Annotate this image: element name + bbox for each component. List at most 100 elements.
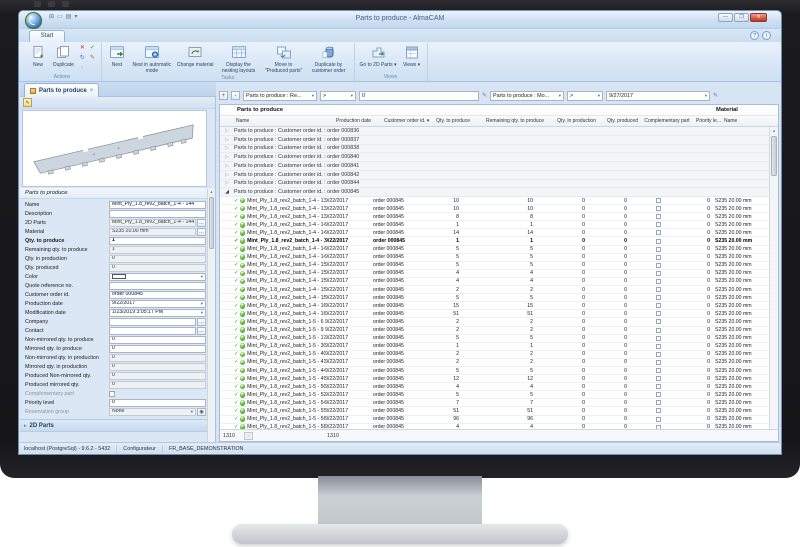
field-input-quote-reference-no[interactable] bbox=[109, 282, 206, 290]
complementary-checkbox[interactable] bbox=[656, 295, 661, 300]
field-input-qty-produced[interactable]: 0 bbox=[109, 264, 206, 272]
field-input-modification-date[interactable]: 1/23/2019 3:05:17 PM▾ bbox=[109, 309, 206, 317]
table-row[interactable]: ✓+Mint_Ply_1.8_rev2_batch_1-5 - 509/22/2… bbox=[220, 383, 769, 391]
filter-field-select[interactable]: Parts to produce : Mo...▾ bbox=[490, 91, 564, 101]
table-row[interactable]: ✓+Mint_Ply_1.8_rev2_batch_1-4 - 1449/22/… bbox=[220, 237, 769, 245]
scroll-up-icon[interactable]: ▲ bbox=[208, 188, 215, 196]
column-header-qty-produced[interactable]: Qty. produced bbox=[598, 118, 640, 124]
field-input-non-mirrored-qty-in-production[interactable]: 0 bbox=[109, 354, 206, 362]
column-header-priority-le[interactable]: Priority le... bbox=[694, 118, 722, 124]
filter-operator-select[interactable]: >▾ bbox=[567, 91, 603, 101]
grid-scrollbar[interactable]: ▲ bbox=[769, 127, 778, 429]
reservation-group-icon[interactable]: ◉ bbox=[197, 408, 206, 416]
table-row[interactable]: ✓+Mint_Ply_1.8_rev2_batch_1-5 - 569/22/2… bbox=[220, 416, 769, 424]
expand-icon[interactable]: ▷ bbox=[220, 180, 234, 186]
small-action-icon[interactable]: ✎ bbox=[88, 54, 97, 63]
complementary-checkbox[interactable] bbox=[656, 247, 661, 252]
group-row[interactable]: ▷Parts to produce : Customer order id. :… bbox=[220, 136, 769, 145]
complementary-checkbox[interactable] bbox=[656, 303, 661, 308]
scroll-thumb[interactable] bbox=[771, 136, 777, 176]
complementary-checkbox[interactable] bbox=[656, 230, 661, 235]
panel-scrollbar[interactable]: ▲ bbox=[207, 188, 215, 444]
complementary-checkbox[interactable] bbox=[656, 376, 661, 381]
group-row[interactable]: ▷Parts to produce : Customer order id. :… bbox=[220, 162, 769, 171]
complementary-checkbox[interactable] bbox=[656, 255, 661, 260]
complementary-checkbox[interactable] bbox=[656, 222, 661, 227]
group-row[interactable]: ▷Parts to produce : Customer order id. :… bbox=[220, 171, 769, 180]
table-row[interactable]: ✓+Mint_Ply_1.8_rev2_batch_1-4 - 1599/22/… bbox=[220, 294, 769, 302]
maximize-button[interactable]: ❐ bbox=[734, 13, 749, 22]
complementary-checkbox[interactable] bbox=[656, 198, 661, 203]
table-row[interactable]: ✓+Mint_Ply_1.8_rev2_batch_1-4 - 1439/22/… bbox=[220, 229, 769, 237]
dropdown-caret-icon[interactable]: ▾ bbox=[705, 93, 707, 99]
browse-ellipsis-button[interactable]: … bbox=[197, 318, 206, 326]
ribbon-button-go-to-2d-parts[interactable]: Go to 2D Parts ▾ bbox=[358, 43, 399, 74]
group-row[interactable]: ▷Parts to produce : Customer order id. :… bbox=[220, 145, 769, 154]
column-header-complementary-part[interactable]: Complementary part bbox=[640, 118, 694, 124]
field-input-2d-parts[interactable]: Mint_Ply_1.8_rev2_batch_1-4 - 144 bbox=[109, 219, 196, 227]
complementary-checkbox[interactable] bbox=[656, 319, 661, 324]
table-row[interactable]: ✓+Mint_Ply_1.8_rev2_batch_1-4 - 1389/22/… bbox=[220, 213, 769, 221]
column-header-qty-to-produce[interactable]: Qty. to produce bbox=[434, 118, 472, 124]
field-input-qty-to-produce[interactable]: 1 bbox=[109, 237, 206, 245]
column-header-remaining-qty-to-produce[interactable]: Remaining qty. to produce bbox=[472, 118, 546, 124]
complementary-checkbox[interactable] bbox=[656, 263, 661, 268]
column-header-production-date[interactable]: Production date bbox=[334, 118, 382, 124]
dropdown-caret-icon[interactable]: ▾ bbox=[201, 310, 203, 316]
table-row[interactable]: ✓+Mint_Ply_1.8_rev2_batch_1-5 - 529/22/2… bbox=[220, 391, 769, 399]
complementary-checkbox[interactable] bbox=[656, 328, 661, 333]
filter-value-input[interactable]: 0 bbox=[359, 91, 479, 101]
table-row[interactable]: ✓+Mint_Ply_1.8_rev2_batch_1-4 - 1569/22/… bbox=[220, 278, 769, 286]
dropdown-caret-icon[interactable]: ▾ bbox=[201, 301, 203, 307]
complementary-checkbox[interactable] bbox=[656, 384, 661, 389]
field-input-mirrored-qty-in-production[interactable]: 0 bbox=[109, 363, 206, 371]
section-2d-parts[interactable]: ▸ 2D Parts bbox=[20, 419, 208, 432]
dropdown-caret-icon[interactable]: ▾ bbox=[312, 93, 314, 99]
field-input-customer-order-id[interactable]: order 000845 bbox=[109, 291, 206, 299]
add-filter-button[interactable]: + bbox=[219, 91, 228, 100]
field-input-contact[interactable] bbox=[109, 327, 196, 335]
expander-icon[interactable]: ▸ bbox=[24, 423, 27, 429]
complementary-checkbox[interactable] bbox=[656, 417, 661, 422]
field-input-remaining-qty-to-produce[interactable]: 1 bbox=[109, 246, 206, 254]
ribbon-button-new[interactable]: +New bbox=[26, 43, 50, 74]
complementary-checkbox[interactable] bbox=[656, 206, 661, 211]
field-input-name[interactable]: Mint_Ply_1.8_rev2_batch_1-4 - 144 bbox=[109, 201, 206, 209]
complementary-checkbox[interactable] bbox=[656, 344, 661, 349]
expand-icon[interactable]: ▷ bbox=[220, 145, 234, 151]
table-row[interactable]: ✓+Mint_Ply_1.8_rev2_batch_1-4 - 1519/22/… bbox=[220, 270, 769, 278]
dropdown-caret-icon[interactable]: ▾ bbox=[559, 93, 561, 99]
table-row[interactable]: ✓+Mint_Ply_1.8_rev2_batch_1-4 - 1479/22/… bbox=[220, 254, 769, 262]
dropdown-caret-icon[interactable]: ▾ bbox=[201, 274, 203, 280]
help-icon[interactable]: ? bbox=[750, 31, 759, 40]
browse-ellipsis-button[interactable]: … bbox=[197, 228, 206, 236]
table-row[interactable]: ✓+Mint_Ply_1.8_rev2_batch_1-5 - 179/22/2… bbox=[220, 335, 769, 343]
complementary-checkbox[interactable] bbox=[656, 352, 661, 357]
edit-part-icon[interactable]: ✎ bbox=[23, 98, 32, 107]
small-action-icon[interactable]: ↻ bbox=[78, 54, 87, 63]
remove-filter-button[interactable]: - bbox=[231, 91, 240, 100]
ribbon-button-views[interactable]: Views ▾ bbox=[400, 43, 424, 74]
table-row[interactable]: ✓+Mint_Ply_1.8_rev2_batch_1-5 - 309/22/2… bbox=[220, 343, 769, 351]
column-header-qty-in-production[interactable]: Qty. in production bbox=[546, 118, 598, 124]
scroll-up-icon[interactable]: ▲ bbox=[770, 127, 778, 135]
complementary-checkbox[interactable] bbox=[656, 311, 661, 316]
table-row[interactable]: ✓+Mint_Ply_1.8_rev2_batch_1-4 - 1359/22/… bbox=[220, 197, 769, 205]
complementary-checkbox[interactable] bbox=[656, 279, 661, 284]
field-input-produced-mirrored-qty[interactable]: 0 bbox=[109, 381, 206, 389]
table-row[interactable]: ✓+Mint_Ply_1.8_rev2_batch_1-4 - 1429/22/… bbox=[220, 221, 769, 229]
table-row[interactable]: ✓+Mint_Ply_1.8_rev2_batch_1-5 - 69/22/20… bbox=[220, 318, 769, 326]
ribbon-button-duplicate[interactable]: Duplicate bbox=[51, 43, 76, 74]
table-row[interactable]: ✓+Mint_Ply_1.8_rev2_batch_1-4 - 1609/22/… bbox=[220, 302, 769, 310]
table-row[interactable]: ✓+Mint_Ply_1.8_rev2_batch_1-5 - 499/22/2… bbox=[220, 375, 769, 383]
field-input-company[interactable] bbox=[109, 318, 196, 326]
collapse-icon[interactable]: ◢ bbox=[220, 189, 234, 195]
field-input-mirrored-qty-to-produce[interactable]: 0 bbox=[109, 345, 206, 353]
filter-field-select[interactable]: Parts to produce : Re...▾ bbox=[243, 91, 317, 101]
field-input-reservation-group[interactable]: None▾ bbox=[109, 408, 196, 416]
minimize-button[interactable]: — bbox=[718, 13, 733, 22]
ribbon-button-nest[interactable]: Nest bbox=[105, 43, 129, 75]
column-header-customer-order-id[interactable]: Customer order id. ▾ bbox=[382, 118, 434, 124]
field-input-material[interactable]: S235 20.00 mm bbox=[109, 228, 196, 236]
table-row[interactable]: ✓+Mint_Ply_1.8_rev2_batch_1-4 - 1379/22/… bbox=[220, 205, 769, 213]
